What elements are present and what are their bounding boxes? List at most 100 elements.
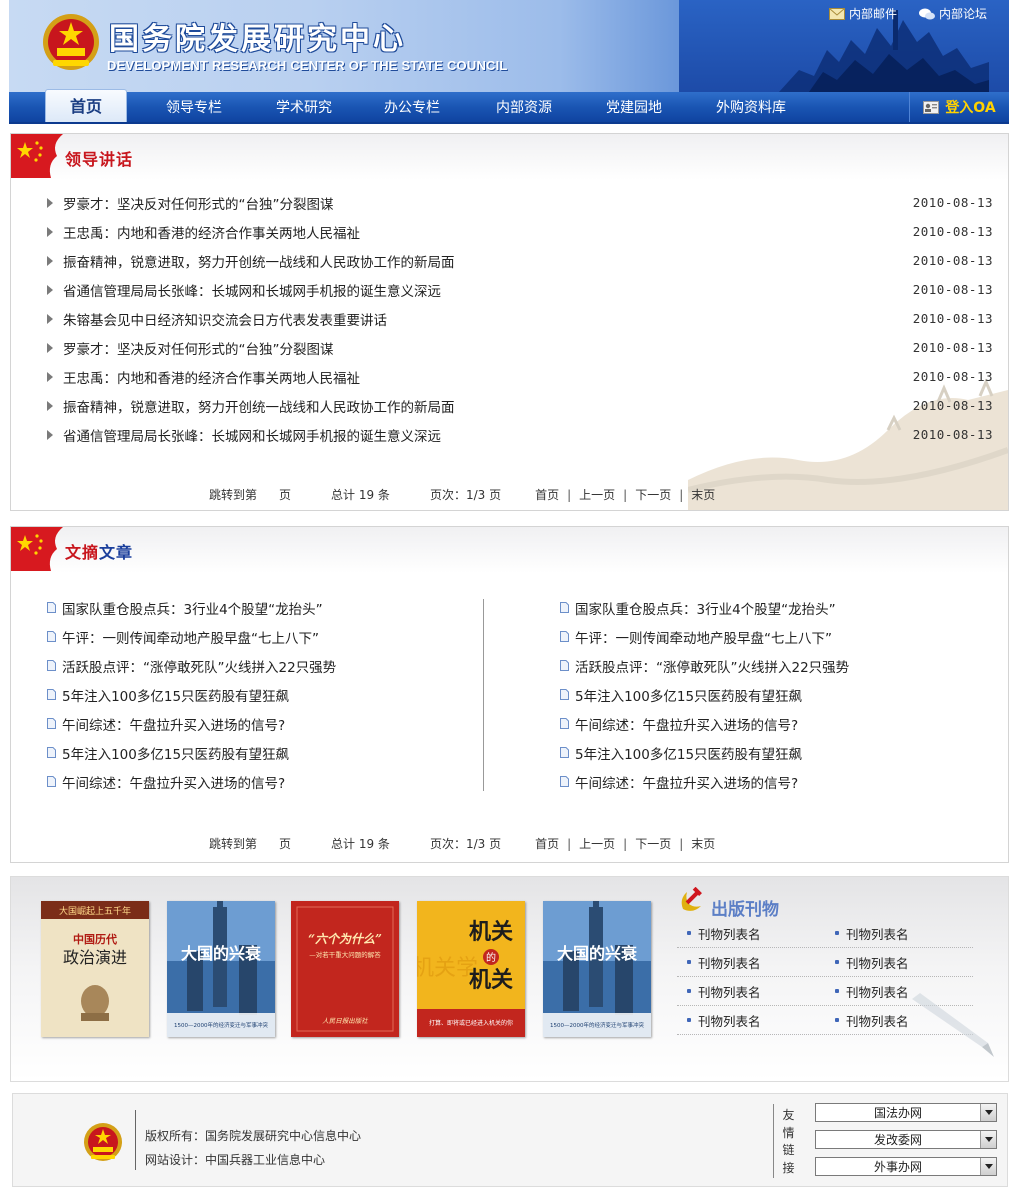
login-oa-button[interactable]: 登入OA — [909, 92, 1009, 122]
article-title[interactable]: 午评：一则传闻牵动地产股早盘“七上八下” — [62, 627, 319, 647]
list-item[interactable]: 国家队重仓股点兵：3行业4个股望“龙抬头” — [560, 593, 849, 622]
list-item[interactable]: 午评：一则传闻牵动地产股早盘“七上八下” — [560, 622, 849, 651]
bullet-icon — [687, 989, 691, 993]
news-title[interactable]: 朱镕基会见中日经济知识交流会日方代表发表重要讲话 — [63, 309, 913, 329]
publication-name: 刊物列表名 — [698, 955, 761, 971]
news-title[interactable]: 振奋精神，锐意进取，努力开创统一战线和人民政协工作的新局面 — [63, 396, 913, 416]
arrow-bullet-icon — [47, 429, 53, 440]
article-title[interactable]: 国家队重仓股点兵：3行业4个股望“龙抬头” — [575, 598, 836, 618]
panel-title-part-a: 领导 — [65, 150, 100, 169]
publication-item[interactable]: 刊物列表名 — [677, 977, 825, 1005]
select-value: 外事办网 — [873, 1160, 922, 1174]
friend-link-select[interactable]: 国法办网 — [815, 1103, 997, 1122]
list-item[interactable]: 午间综述：午盘拉升买入进场的信号? — [47, 709, 336, 738]
list-item[interactable]: 5年注入100多亿15只医药股有望狂飙 — [560, 738, 849, 767]
select-value: 发改委网 — [873, 1133, 922, 1147]
news-title[interactable]: 省通信管理局局长张峰：长城网和长城网手机报的诞生意义深远 — [63, 425, 913, 445]
article-title[interactable]: 国家队重仓股点兵：3行业4个股望“龙抬头” — [62, 598, 323, 618]
nav-item-party[interactable]: 党建园地 — [589, 92, 679, 122]
article-title[interactable]: 午间综述：午盘拉升买入进场的信号? — [575, 772, 798, 792]
bullet-icon — [687, 1018, 691, 1022]
list-item[interactable]: 午间综述：午盘拉升买入进场的信号? — [560, 709, 849, 738]
list-item[interactable]: 活跃股点评：“涨停敢死队”火线拼入22只强势 — [560, 651, 849, 680]
article-title[interactable]: 午间综述：午盘拉升买入进场的信号? — [62, 772, 285, 792]
nav-item-office[interactable]: 办公专栏 — [367, 92, 457, 122]
internal-forum-label: 内部论坛 — [938, 7, 987, 21]
pager-last-link[interactable]: 末页 — [691, 486, 715, 503]
list-item[interactable]: 5年注入100多亿15只医药股有望狂飙 — [47, 680, 336, 709]
book-cover-image: 大国的兴衰 1500—2000年的经济变迁与军事冲突 — [543, 901, 651, 1037]
list-item[interactable]: 5年注入100多亿15只医药股有望狂飙 — [560, 680, 849, 709]
news-date: 2010-08-13 — [912, 427, 993, 442]
pager-next-link[interactable]: 下一页 — [635, 486, 671, 503]
list-item[interactable]: 振奋精神，锐意进取，努力开创统一战线和人民政协工作的新局面 2010-08-13 — [47, 391, 993, 420]
internal-mail-link[interactable]: 内部邮件 — [828, 5, 897, 22]
publication-item[interactable]: 刊物列表名 — [825, 948, 973, 976]
pager-prev-link[interactable]: 上一页 — [579, 486, 615, 503]
list-item[interactable]: 省通信管理局局长张峰：长城网和长城网手机报的诞生意义深远 2010-08-13 — [47, 275, 993, 304]
list-item[interactable]: 罗豪才：坚决反对任何形式的“台独”分裂图谋 2010-08-13 — [47, 188, 993, 217]
friend-link-select[interactable]: 外事办网 — [815, 1157, 997, 1176]
publication-item[interactable]: 刊物列表名 — [825, 919, 973, 947]
friend-links-label: 友 情 链 接 — [773, 1104, 803, 1178]
chevron-down-icon[interactable] — [980, 1131, 996, 1148]
news-title[interactable]: 罗豪才：坚决反对任何形式的“台独”分裂图谋 — [63, 338, 913, 358]
article-title[interactable]: 午评：一则传闻牵动地产股早盘“七上八下” — [575, 627, 832, 647]
publications-section: 大国崛起上五千年 中国历代 政治演进 大国的兴衰 1500—2000年的经济变迁… — [10, 876, 1009, 1082]
book-cover[interactable]: 机关学 机关 的 机关 打算、即将或已经进入机关的你 — [417, 901, 525, 1037]
pager-first-link[interactable]: 首页 — [535, 486, 559, 503]
article-title[interactable]: 午间综述：午盘拉升买入进场的信号? — [575, 714, 798, 734]
nav-item-leadership[interactable]: 领导专栏 — [149, 92, 239, 122]
list-item[interactable]: 朱镕基会见中日经济知识交流会日方代表发表重要讲话 2010-08-13 — [47, 304, 993, 333]
book-cover-image: 大国崛起上五千年 中国历代 政治演进 — [41, 901, 149, 1037]
pager-last-link[interactable]: 末页 — [691, 835, 715, 852]
list-item[interactable]: 省通信管理局局长张峰：长城网和长城网手机报的诞生意义深远 2010-08-13 — [47, 420, 993, 449]
news-title[interactable]: 王忠禹：内地和香港的经济合作事关两地人民福祉 — [63, 222, 913, 242]
chevron-down-icon[interactable] — [980, 1158, 996, 1175]
publication-item[interactable]: 刊物列表名 — [677, 919, 825, 947]
book-cover[interactable]: 大国的兴衰 1500—2000年的经济变迁与军事冲突 — [167, 901, 275, 1037]
pager-jump-suffix: 页 — [279, 837, 292, 851]
article-title[interactable]: 活跃股点评：“涨停敢死队”火线拼入22只强势 — [575, 656, 849, 676]
arrow-bullet-icon — [47, 400, 53, 411]
news-title[interactable]: 省通信管理局局长张峰：长城网和长城网手机报的诞生意义深远 — [63, 280, 913, 300]
list-item[interactable]: 振奋精神，锐意进取，努力开创统一战线和人民政协工作的新局面 2010-08-13 — [47, 246, 993, 275]
chevron-down-icon[interactable] — [980, 1104, 996, 1121]
article-title[interactable]: 午间综述：午盘拉升买入进场的信号? — [62, 714, 285, 734]
book-cover[interactable]: 大国崛起上五千年 中国历代 政治演进 — [41, 901, 149, 1037]
article-title[interactable]: 5年注入100多亿15只医药股有望狂飙 — [575, 685, 802, 705]
pager-total: 总计 19 条 — [331, 837, 390, 851]
list-item[interactable]: 午评：一则传闻牵动地产股早盘“七上八下” — [47, 622, 336, 651]
nav-item-research[interactable]: 学术研究 — [259, 92, 349, 122]
nav-item-home[interactable]: 首页 — [45, 89, 127, 122]
news-title[interactable]: 振奋精神，锐意进取，努力开创统一战线和人民政协工作的新局面 — [63, 251, 913, 271]
book-cover[interactable]: 大国的兴衰 1500—2000年的经济变迁与军事冲突 — [543, 901, 651, 1037]
list-item[interactable]: 午间综述：午盘拉升买入进场的信号? — [47, 767, 336, 796]
list-item[interactable]: 罗豪才：坚决反对任何形式的“台独”分裂图谋 2010-08-13 — [47, 333, 993, 362]
list-item[interactable]: 王忠禹：内地和香港的经济合作事关两地人民福祉 2010-08-13 — [47, 362, 993, 391]
article-title[interactable]: 5年注入100多亿15只医药股有望狂飙 — [62, 685, 289, 705]
list-item[interactable]: 5年注入100多亿15只医药股有望狂飙 — [47, 738, 336, 767]
article-title[interactable]: 5年注入100多亿15只医药股有望狂飙 — [575, 743, 802, 763]
list-item[interactable]: 活跃股点评：“涨停敢死队”火线拼入22只强势 — [47, 651, 336, 680]
pager-next-link[interactable]: 下一页 — [635, 835, 671, 852]
friend-link-select[interactable]: 发改委网 — [815, 1130, 997, 1149]
list-item[interactable]: 午间综述：午盘拉升买入进场的信号? — [560, 767, 849, 796]
nav-item-resources[interactable]: 内部资源 — [479, 92, 569, 122]
article-title[interactable]: 活跃股点评：“涨停敢死队”火线拼入22只强势 — [62, 656, 336, 676]
book-title-line1: 中国历代 — [73, 932, 117, 946]
pager-first-link[interactable]: 首页 — [535, 835, 559, 852]
nav-item-external-library[interactable]: 外购资料库 — [699, 92, 803, 122]
hammer-sickle-icon — [681, 887, 702, 911]
list-item[interactable]: 国家队重仓股点兵：3行业4个股望“龙抬头” — [47, 593, 336, 622]
list-item[interactable]: 王忠禹：内地和香港的经济合作事关两地人民福祉 2010-08-13 — [47, 217, 993, 246]
document-icon — [47, 660, 56, 671]
publication-item[interactable]: 刊物列表名 — [677, 1006, 825, 1034]
internal-forum-link[interactable]: 内部论坛 — [918, 5, 987, 22]
publication-item[interactable]: 刊物列表名 — [677, 948, 825, 976]
article-title[interactable]: 5年注入100多亿15只医药股有望狂飙 — [62, 743, 289, 763]
news-title[interactable]: 王忠禹：内地和香港的经济合作事关两地人民福祉 — [63, 367, 913, 387]
book-cover[interactable]: “六个为什么” —对若干重大问题的解答 人民日报出版社 — [291, 901, 399, 1037]
pager-prev-link[interactable]: 上一页 — [579, 835, 615, 852]
news-title[interactable]: 罗豪才：坚决反对任何形式的“台独”分裂图谋 — [63, 193, 913, 213]
